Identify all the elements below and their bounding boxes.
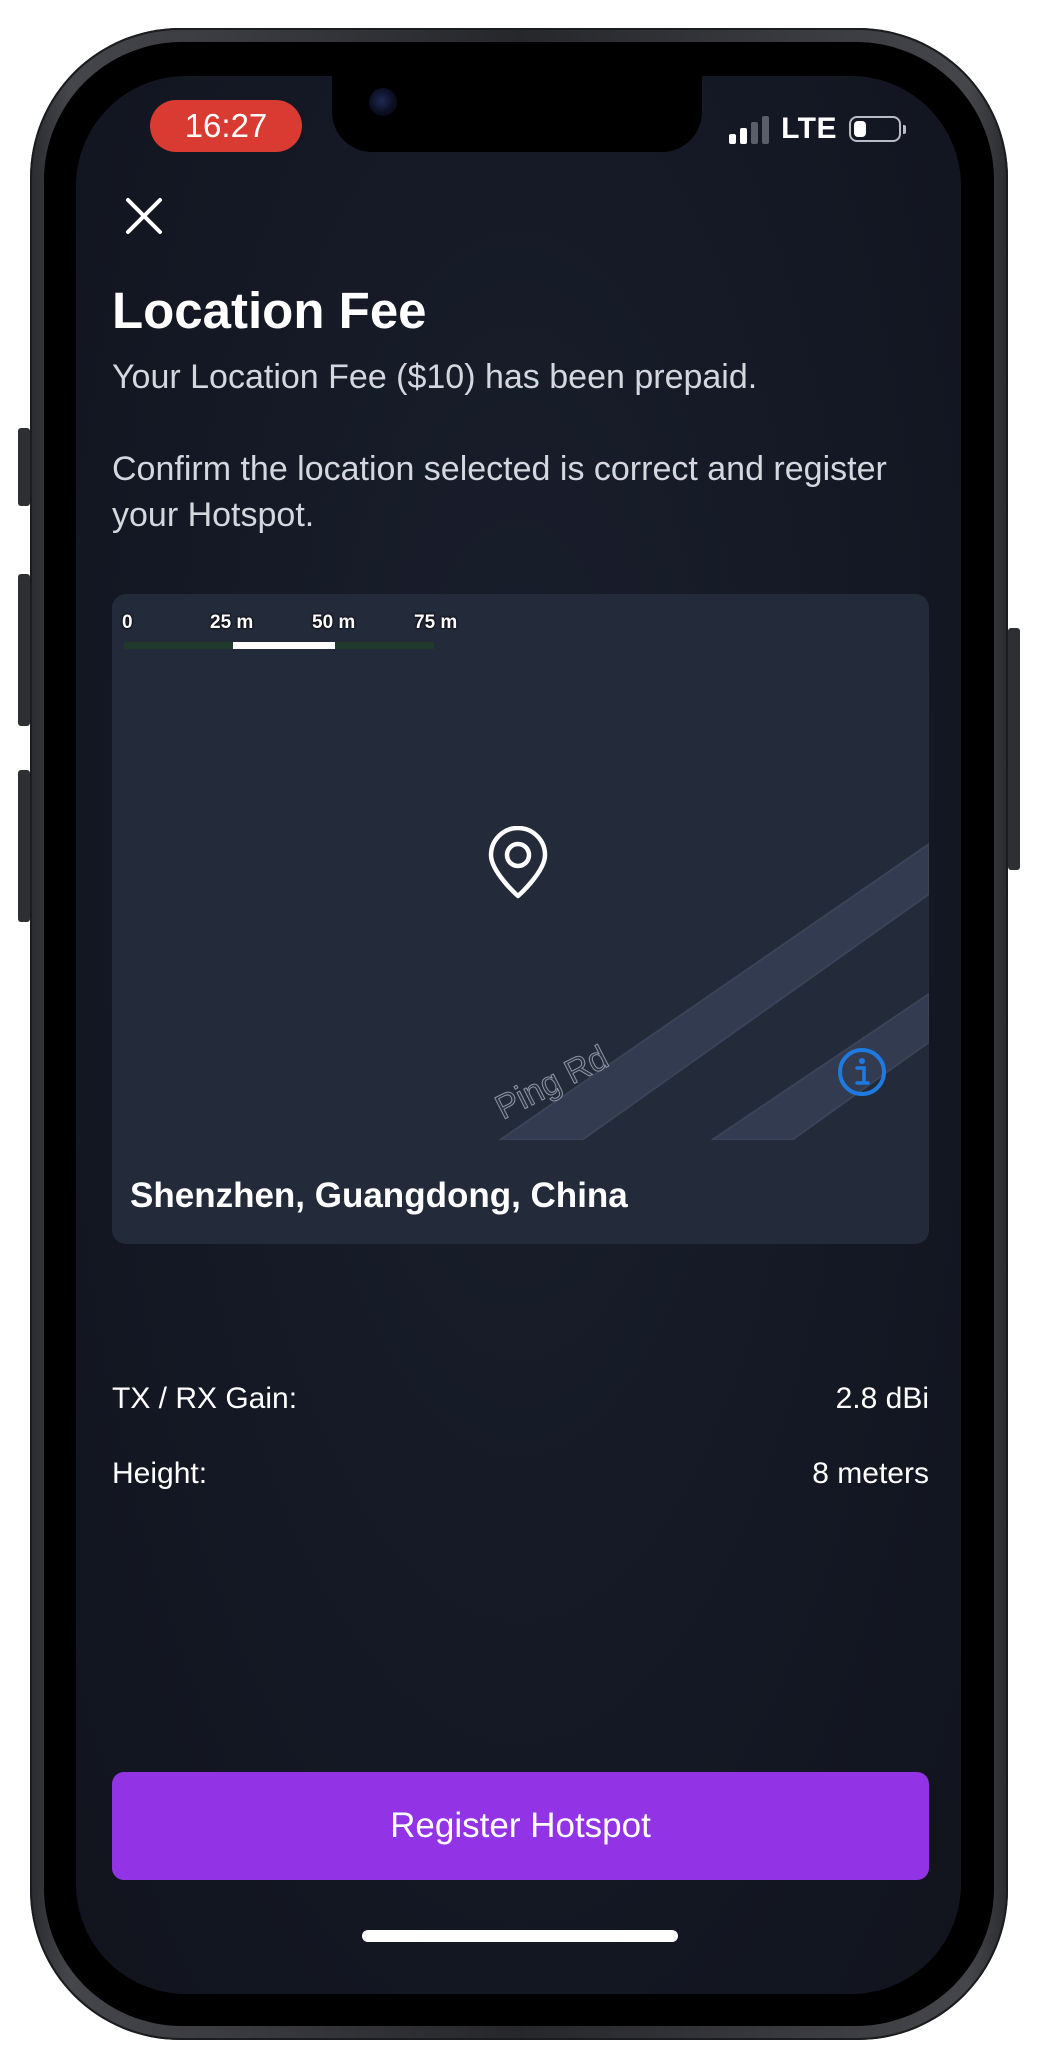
scale-bar-highlight [233, 642, 335, 649]
confirm-instructions: Confirm the location selected is correct… [112, 450, 887, 534]
info-icon[interactable] [836, 1046, 888, 1098]
detail-label: TX / RX Gain: [112, 1382, 298, 1415]
scale-label-75: 75 m [414, 612, 458, 633]
front-camera [369, 88, 397, 116]
location-pin-icon [488, 826, 548, 899]
register-hotspot-button[interactable]: Register Hotspot [112, 1772, 929, 1880]
detail-label: Height: [112, 1457, 208, 1490]
scale-label-0: 0 [122, 612, 133, 633]
location-card: 0 25 m 50 m 75 m Ping Rd Shenzhen, Guang… [112, 594, 929, 1244]
detail-row-height: Height: 8 meters [112, 1457, 929, 1491]
map-scale: 0 25 m 50 m 75 m [122, 612, 462, 652]
network-type: LTE [781, 112, 837, 145]
silent-switch [18, 428, 30, 506]
power-button [1008, 628, 1020, 870]
close-button[interactable] [114, 186, 174, 246]
scale-label-50: 50 m [312, 612, 356, 633]
volume-down-button [18, 770, 30, 922]
prepaid-notice: Your Location Fee ($10) has been prepaid… [112, 358, 758, 396]
detail-value: 8 meters [812, 1457, 929, 1490]
device-frame: 16:27 LTE Location Fee Your Location Fee… [0, 0, 1038, 2070]
detail-row-gain: TX / RX Gain: 2.8 dBi [112, 1382, 929, 1416]
scale-label-25: 25 m [210, 612, 254, 633]
volume-up-button [18, 574, 30, 726]
page-title: Location Fee [112, 282, 427, 339]
signal-icon [729, 114, 770, 144]
status-time: 16:27 [150, 100, 302, 152]
screen: 16:27 LTE Location Fee Your Location Fee… [76, 76, 961, 1994]
map-view[interactable]: 0 25 m 50 m 75 m Ping Rd [112, 594, 929, 1140]
detail-value: 2.8 dBi [835, 1382, 929, 1415]
close-icon [126, 198, 162, 234]
location-name: Shenzhen, Guangdong, China [130, 1176, 628, 1215]
status-indicators: LTE [729, 112, 906, 146]
battery-icon [849, 116, 906, 142]
home-indicator[interactable] [362, 1930, 678, 1942]
